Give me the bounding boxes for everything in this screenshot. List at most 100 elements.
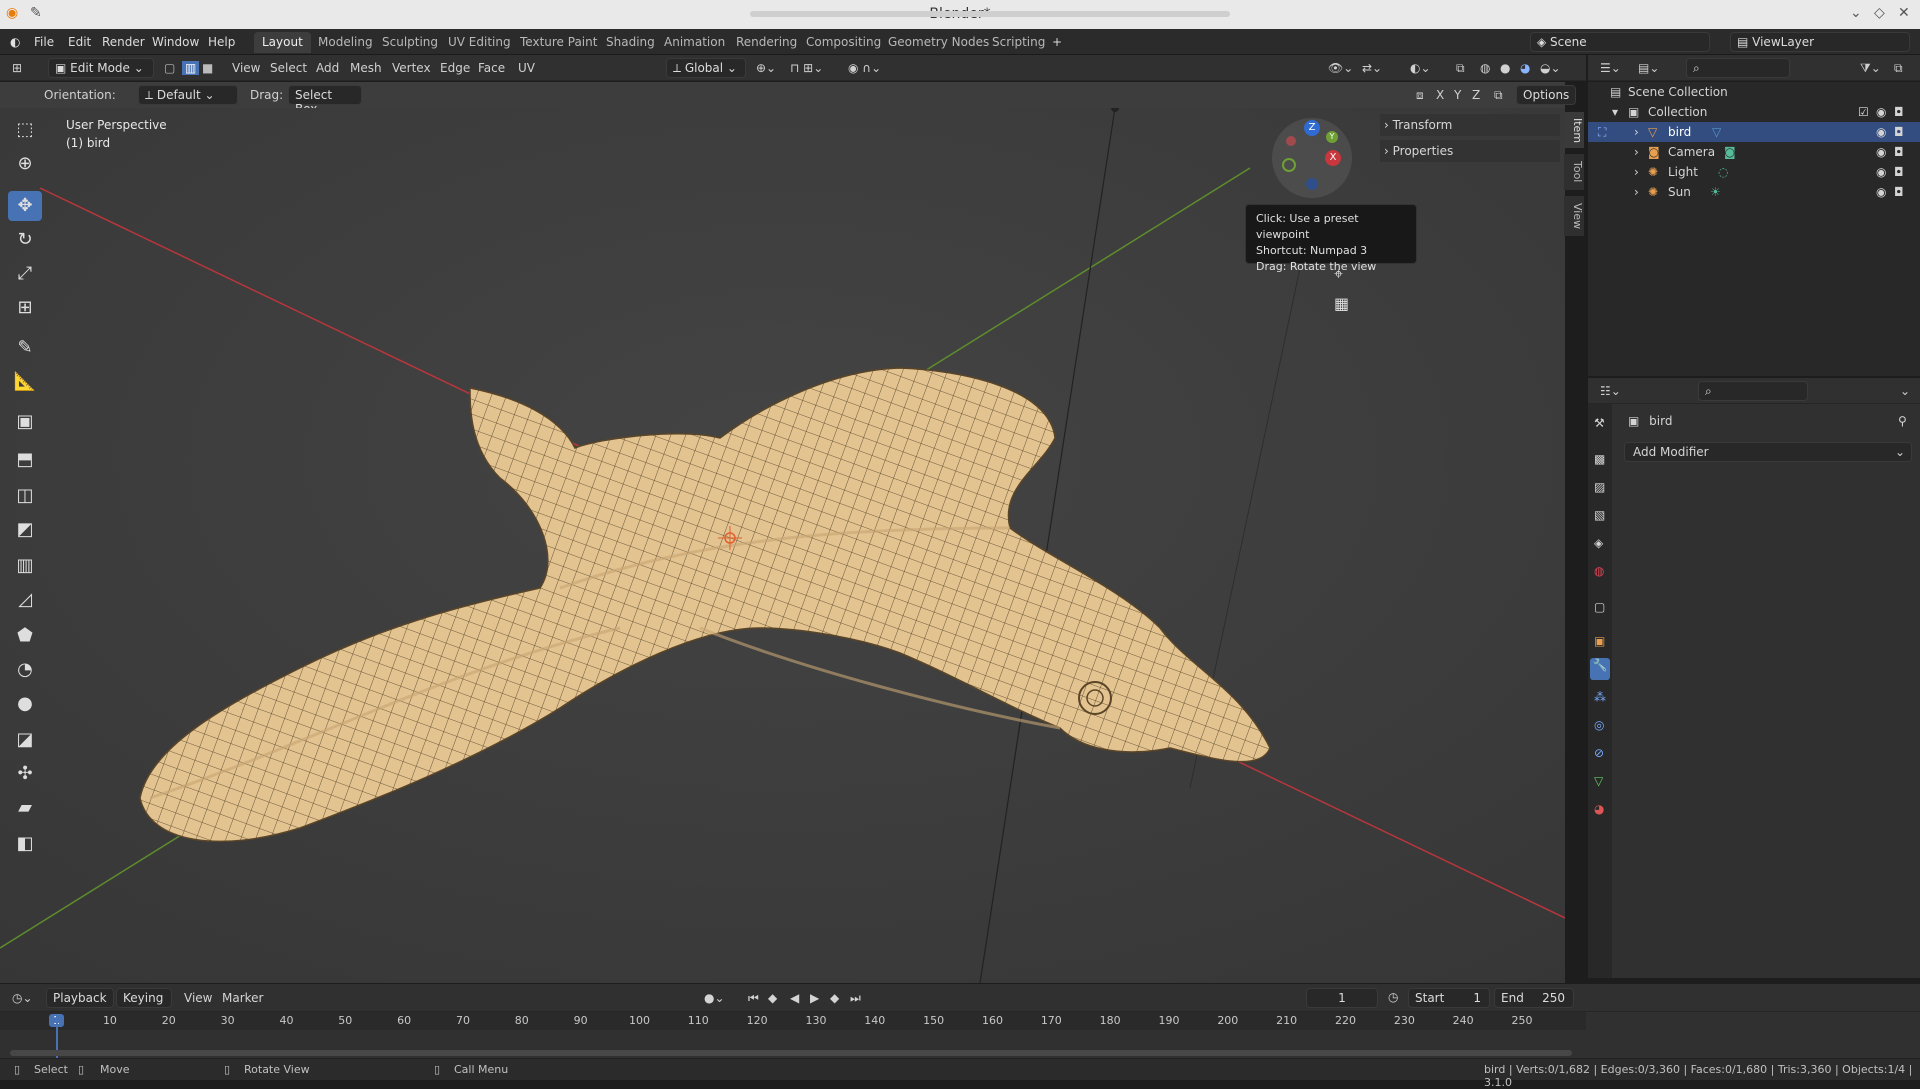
ntab-tool[interactable]: Tool [1564, 154, 1584, 190]
sun-data-icon[interactable]: ☀ [1710, 185, 1721, 199]
menu-edge[interactable]: Edge [440, 61, 470, 75]
menu-render[interactable]: Render [102, 35, 145, 49]
expand-icon[interactable]: ▾ [1612, 105, 1618, 119]
visibility-icon[interactable]: 👁⌄ [1328, 61, 1353, 75]
tab-geometry-nodes[interactable]: Geometry Nodes [880, 32, 997, 53]
scale-icon[interactable]: ⤢ [8, 259, 42, 289]
world-tab-icon[interactable]: ◍ [1594, 564, 1604, 578]
particles-tab-icon[interactable]: ⁂ [1594, 690, 1606, 704]
transform-panel[interactable]: › Transform [1380, 114, 1560, 136]
collection-tab-icon[interactable]: ▢ [1594, 600, 1605, 614]
xray-icon[interactable]: ⧉ [1456, 61, 1465, 76]
mirror-z[interactable]: Z [1472, 88, 1480, 102]
camera-icon[interactable]: ◘ [1894, 185, 1904, 199]
menu-select[interactable]: Select [270, 61, 307, 75]
smooth-icon[interactable]: ● [8, 689, 42, 719]
edge-select-icon[interactable]: ▥ [182, 61, 200, 75]
pin-icon[interactable]: ⚲ [1898, 414, 1907, 428]
modifier-tab-icon[interactable]: 🔧 [1590, 658, 1610, 680]
shading-material-icon[interactable]: ◕ [1520, 61, 1530, 75]
playback-menu[interactable]: Playback ⌄ [46, 988, 114, 1019]
eye-icon[interactable]: ◉ [1876, 165, 1886, 179]
transform-icon[interactable]: ⊞ [8, 293, 42, 323]
minimize-button[interactable]: ⌄ [1850, 5, 1862, 21]
rotate-icon[interactable]: ↻ [8, 225, 42, 255]
vertex-select-icon[interactable]: ▢ [164, 61, 175, 75]
camera-icon[interactable]: ◘ [1894, 165, 1904, 179]
maximize-button[interactable]: ◇ [1874, 5, 1885, 21]
annotate-icon[interactable]: ✎ [8, 333, 42, 363]
overlay-toggle-icon[interactable]: ◐⌄ [1410, 61, 1431, 75]
drag-dropdown[interactable]: Select Box ⌄ [288, 85, 362, 116]
menu-file[interactable]: File [34, 35, 54, 49]
playhead[interactable] [56, 1014, 58, 1064]
view-layer-tab-icon[interactable]: ▧ [1594, 508, 1605, 522]
blender-menu-icon[interactable]: ◐ [10, 35, 20, 49]
bevel-icon[interactable]: ◩ [8, 515, 42, 545]
play-icon[interactable]: ▶ [810, 991, 819, 1005]
snap-icon[interactable]: ⊓ ⊞⌄ [790, 61, 823, 75]
navigation-gizmo[interactable]: Z X Y [1272, 118, 1352, 198]
view-layer-selector[interactable]: ▤ ViewLayer [1730, 32, 1910, 52]
ntab-view[interactable]: View [1564, 196, 1584, 236]
editor-type-icon[interactable]: ⊞ [12, 61, 22, 75]
menu-view[interactable]: View [232, 61, 260, 75]
camera-view-icon[interactable]: ⌖ [1334, 264, 1343, 284]
data-tab-icon[interactable]: ▽ [1594, 774, 1603, 788]
object-tab-icon[interactable]: ▣ [1594, 634, 1605, 648]
menu-window[interactable]: Window [152, 35, 199, 49]
face-select-icon[interactable]: ■ [202, 61, 213, 75]
timeline-scrollbar[interactable] [10, 1050, 1572, 1056]
shading-solid-icon[interactable]: ● [1500, 61, 1510, 75]
output-tab-icon[interactable]: ▨ [1594, 480, 1605, 494]
mirror-y[interactable]: Y [1454, 88, 1461, 102]
tab-modeling[interactable]: Modeling [310, 32, 381, 53]
tab-texture-paint[interactable]: Texture Paint [512, 32, 605, 53]
tab-compositing[interactable]: Compositing [798, 32, 889, 53]
render-tab-icon[interactable]: ▩ [1594, 452, 1605, 466]
edit-mode-icon[interactable]: ⛶ [1598, 125, 1606, 140]
orientation-dropdown[interactable]: ⟂ Default ⌄ [138, 85, 238, 105]
gizmo-neg-z[interactable] [1306, 178, 1318, 190]
outliner-item-sun[interactable]: › ✺ Sun ☀ ◉ ◘ [1588, 182, 1920, 202]
spin-icon[interactable]: ◔ [8, 655, 42, 685]
tab-layout[interactable]: Layout [254, 32, 311, 53]
gizmo-z[interactable]: Z [1304, 120, 1320, 136]
edge-slide-icon[interactable]: ◪ [8, 725, 42, 755]
ntab-item[interactable]: Item [1564, 112, 1584, 148]
camera-icon[interactable]: ◘ [1894, 145, 1904, 159]
scene-tab-icon[interactable]: ◈ [1594, 536, 1603, 550]
measure-icon[interactable]: 📐 [8, 367, 42, 397]
play-reverse-icon[interactable]: ◀ [790, 991, 799, 1005]
next-key-icon[interactable]: ◆ [830, 991, 839, 1005]
add-workspace-icon[interactable]: + [1052, 35, 1062, 49]
pivot-icon[interactable]: ⊕⌄ [756, 61, 776, 75]
keying-menu[interactable]: Keying ⌄ [116, 988, 172, 1019]
auto-merge-icon[interactable]: ⧉ [1494, 88, 1503, 103]
current-frame-field[interactable]: 1 [1306, 988, 1378, 1008]
properties-options-icon[interactable]: ⌄ [1900, 384, 1910, 398]
poly-build-icon[interactable]: ⬟ [8, 621, 42, 651]
inset-icon[interactable]: ◫ [8, 481, 42, 511]
camera-data-icon[interactable]: ◙ [1724, 145, 1736, 159]
constraints-tab-icon[interactable]: ⊘ [1594, 746, 1604, 760]
properties-search[interactable]: ⌕ [1698, 381, 1808, 401]
outliner-collection[interactable]: ▾ ▣ Collection ☑ ◉ ◘ [1588, 102, 1920, 122]
camera-icon[interactable]: ◘ [1894, 105, 1904, 119]
menu-help[interactable]: Help [208, 35, 235, 49]
mirror-x[interactable]: X [1436, 88, 1444, 102]
tab-animation[interactable]: Animation [656, 32, 733, 53]
properties-panel[interactable]: › Properties [1380, 140, 1560, 162]
menu-face[interactable]: Face [478, 61, 505, 75]
mode-dropdown[interactable]: ▣ Edit Mode ⌄ [48, 58, 154, 78]
add-cube-icon[interactable]: ▣ [8, 407, 42, 437]
shading-rendered-icon[interactable]: ◒⌄ [1540, 61, 1561, 75]
menu-mesh[interactable]: Mesh [350, 61, 382, 75]
gizmo-neg-y[interactable] [1282, 158, 1296, 172]
gizmo-x[interactable]: X [1325, 150, 1341, 166]
camera-icon[interactable]: ◘ [1894, 125, 1904, 139]
exclude-checkbox[interactable]: ☑ [1858, 105, 1869, 119]
loop-cut-icon[interactable]: ▥ [8, 551, 42, 581]
add-modifier-button[interactable]: Add Modifier ⌄ [1624, 442, 1912, 462]
display-mode-icon[interactable]: ▤⌄ [1638, 61, 1659, 75]
